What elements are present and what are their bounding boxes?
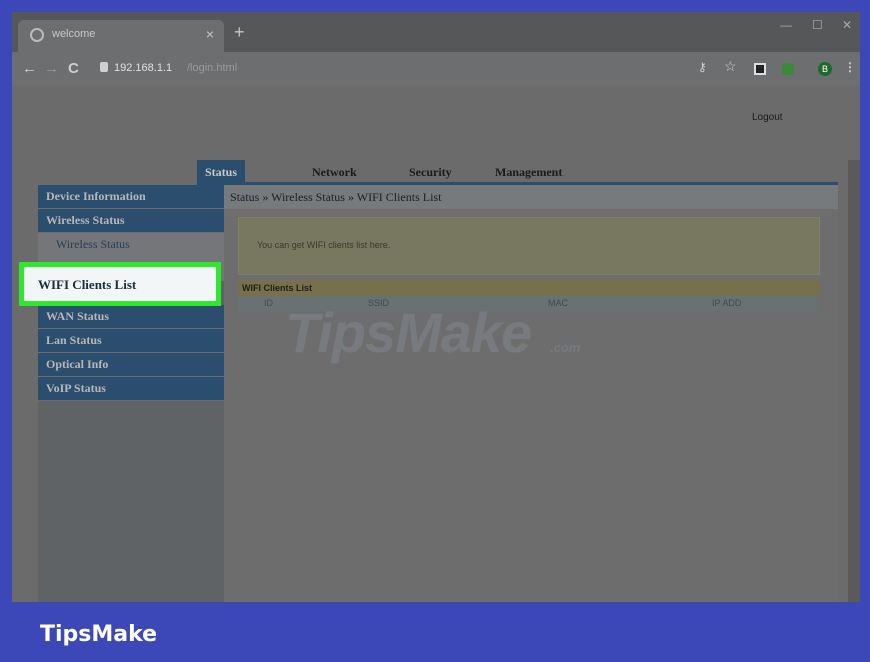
nav-tab-network[interactable]: Network (312, 160, 357, 184)
wifi-clients-list-label: WIFI Clients List (38, 277, 137, 292)
sidebar-item-wifi-clients-list[interactable]: WIFI Clients List (19, 262, 221, 306)
column-header-id: ID (264, 298, 273, 308)
brand-bar: TipsMake (0, 602, 870, 662)
sidebar-item-optical-info[interactable]: Optical Info (38, 353, 224, 377)
reload-button[interactable]: C (68, 60, 79, 77)
nav-tab-status[interactable]: Status (197, 160, 246, 184)
watermark-suffix: .com (550, 340, 581, 355)
sidebar-item-device-information[interactable]: Device Information (38, 185, 224, 209)
sidebar-item-wireless-status[interactable]: Wireless Status (38, 209, 224, 233)
sidebar-subitem-wireless-status[interactable]: Wireless Status (38, 233, 224, 257)
url-path: /login.html (187, 62, 238, 74)
nav-tab-management[interactable]: Management (495, 160, 562, 184)
watermark-logo: TipsMake (285, 301, 532, 364)
column-header-mac: MAC (548, 298, 568, 308)
info-text: You can get WIFI clients list here. (257, 240, 391, 250)
column-header-ip-add: IP ADD (712, 298, 742, 308)
tab-strip: welcome × + — ☐ ✕ (12, 12, 860, 52)
url-host: 192.168.1.1 (114, 62, 173, 74)
menu-icon[interactable]: ⋮ (844, 60, 856, 74)
pdf-extension-icon[interactable] (754, 63, 766, 75)
lock-icon (100, 62, 108, 72)
address-bar[interactable]: 192.168.1.1 /login.html (94, 59, 674, 79)
key-icon[interactable]: ⚷ (698, 60, 707, 74)
profile-avatar[interactable]: B (818, 62, 832, 76)
extension-icon[interactable] (782, 63, 794, 75)
globe-icon (30, 28, 44, 42)
content-panel: Status » Wireless Status » WIFI Clients … (224, 185, 838, 602)
forward-button[interactable]: → (44, 60, 59, 77)
tab-close-icon[interactable]: × (206, 26, 214, 42)
back-button[interactable]: ← (22, 60, 37, 77)
page-scrollbar[interactable] (848, 160, 860, 602)
clients-list-title: WIFI Clients List (238, 280, 820, 296)
minimize-button[interactable]: — (780, 18, 792, 32)
maximize-button[interactable]: ☐ (812, 18, 823, 32)
bookmark-star-icon[interactable]: ☆ (724, 58, 737, 75)
logout-link[interactable]: Logout (752, 112, 783, 123)
sidebar-item-lan-status[interactable]: Lan Status (38, 329, 224, 353)
sidebar-item-voip-status[interactable]: VoIP Status (38, 377, 224, 401)
tab-title: welcome (52, 28, 96, 40)
brand-logo: TipsMake (40, 622, 158, 647)
browser-toolbar: ← → C 192.168.1.1 /login.html ⚷ ☆ B ⋮ (12, 52, 860, 86)
browser-tab[interactable]: welcome × (18, 20, 224, 52)
close-window-button[interactable]: ✕ (842, 18, 852, 32)
info-box: You can get WIFI clients list here. (238, 217, 820, 275)
nav-tab-security[interactable]: Security (409, 160, 452, 184)
sidebar-item-wan-status[interactable]: WAN Status (38, 305, 224, 329)
new-tab-button[interactable]: + (234, 22, 245, 43)
sidebar: Device Information Wireless Status Wirel… (38, 185, 224, 602)
breadcrumb: Status » Wireless Status » WIFI Clients … (224, 185, 838, 209)
